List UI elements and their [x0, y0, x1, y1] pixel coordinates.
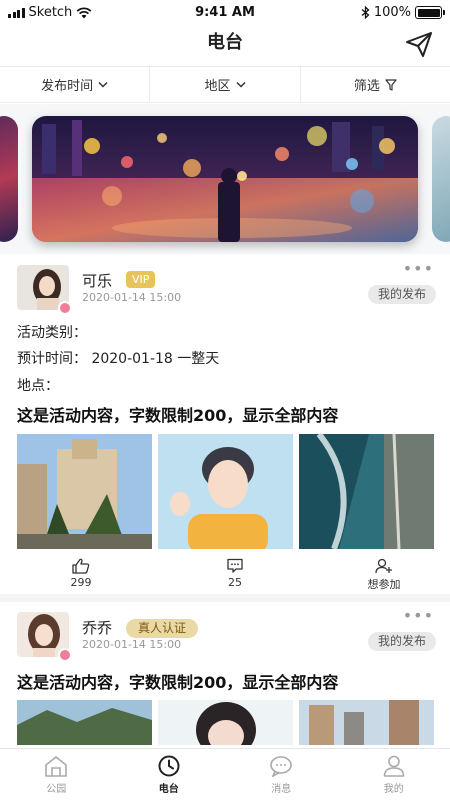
tab-label: 电台: [158, 784, 179, 795]
filter-bar: 发布时间 地区 筛选: [0, 66, 450, 103]
paper-plane-icon[interactable]: [404, 29, 434, 59]
online-badge-icon: [58, 301, 72, 315]
tab-messages[interactable]: 消息: [225, 749, 338, 800]
tab-radio[interactable]: 电台: [113, 749, 226, 800]
user-name[interactable]: 可乐: [82, 270, 112, 291]
status-right: 100%: [361, 5, 445, 20]
post-photo[interactable]: [158, 434, 293, 549]
tab-label: 消息: [271, 784, 292, 795]
post-content: 这是活动内容，字数限制200，显示全部内容: [17, 406, 339, 425]
nav-bar: 电台: [0, 26, 450, 64]
photo-grid: [17, 434, 434, 549]
banner-carousel[interactable]: [0, 104, 450, 254]
more-icon[interactable]: •••: [403, 261, 434, 277]
filter-region[interactable]: 地区: [150, 67, 301, 102]
section-divider: [0, 594, 450, 602]
filter-publish-time[interactable]: 发布时间: [0, 67, 151, 102]
tab-mine[interactable]: 我的: [338, 749, 450, 800]
vip-badge: VIP: [126, 271, 156, 288]
my-post-badge: 我的发布: [367, 632, 436, 651]
user-icon: [383, 755, 405, 777]
chevron-down-icon: [98, 81, 108, 88]
photo-grid: [17, 700, 434, 745]
filter-screen[interactable]: 筛选: [301, 67, 450, 102]
filter-label: 发布时间: [41, 79, 94, 94]
tab-park[interactable]: 公园: [0, 749, 113, 800]
post-card[interactable]: 乔乔 真人认证 2020-01-14 15:00 ••• 我的发布 这是活动内容…: [0, 603, 450, 753]
park-icon: [45, 756, 68, 777]
post-photo[interactable]: [158, 700, 293, 745]
banner-slide-prev[interactable]: [0, 116, 18, 242]
my-post-badge: 我的发布: [367, 285, 436, 304]
comment-count: 25: [228, 576, 242, 589]
post-photo[interactable]: [299, 700, 434, 745]
more-icon[interactable]: •••: [403, 608, 434, 624]
battery-percent: 100%: [373, 5, 411, 20]
filter-label: 地区: [204, 79, 231, 94]
join-button[interactable]: 想参加: [354, 558, 414, 592]
page-title: 电台: [207, 32, 243, 53]
battery-icon: [415, 6, 445, 19]
message-icon: [270, 756, 293, 777]
like-button[interactable]: 299: [51, 558, 111, 589]
post-time: 2020-01-14 15:00: [82, 291, 182, 304]
expected-time: 预计时间： 2020-01-18 一整天: [17, 351, 220, 367]
verified-badge: 真人认证: [126, 619, 199, 638]
post-photo[interactable]: [17, 434, 152, 549]
bluetooth-icon: [361, 6, 370, 19]
post-content: 这是活动内容，字数限制200，显示全部内容: [17, 673, 339, 692]
online-badge-icon: [58, 648, 72, 662]
banner-image: [32, 116, 418, 242]
clock-icon: [158, 755, 180, 777]
comment-icon: [227, 558, 243, 573]
post-photo[interactable]: [299, 434, 434, 549]
filter-icon: [385, 78, 397, 91]
banner-slide-next[interactable]: [432, 116, 450, 242]
activity-category: 活动类别：: [17, 325, 87, 341]
add-user-icon: [375, 558, 392, 574]
post-time: 2020-01-14 15:00: [82, 638, 182, 651]
tab-bar: 公园 电台 消息 我的: [0, 748, 450, 800]
status-bar: Sketch 9:41 AM 100%: [0, 0, 450, 26]
location-label: 地点：: [17, 378, 59, 394]
tab-label: 公园: [46, 784, 67, 795]
banner-slide-current[interactable]: [32, 116, 418, 242]
comment-button[interactable]: 25: [205, 558, 265, 589]
like-count: 299: [70, 576, 92, 589]
post-card[interactable]: 可乐 VIP 2020-01-14 15:00 ••• 我的发布 活动类别： 预…: [0, 256, 450, 596]
join-label: 想参加: [367, 578, 401, 591]
chevron-down-icon: [235, 81, 246, 88]
post-photo[interactable]: [17, 700, 152, 745]
thumbs-up-icon: [72, 558, 90, 574]
tab-label: 我的: [383, 784, 404, 795]
user-name[interactable]: 乔乔: [82, 617, 112, 638]
filter-label: 筛选: [353, 79, 380, 94]
